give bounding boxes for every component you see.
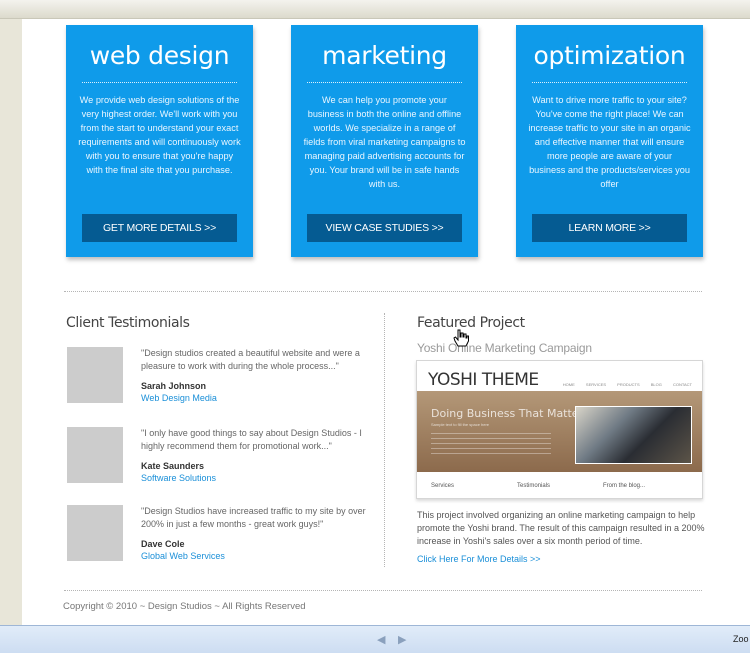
web-page: web design We provide web design solutio…	[22, 19, 750, 625]
testimonial-item: "Design Studios have increased traffic t…	[67, 505, 367, 565]
column-divider	[384, 313, 385, 567]
view-case-studies-button[interactable]: VIEW CASE STUDIES >>	[307, 214, 462, 242]
testimonial-quote: "I only have good things to say about De…	[141, 428, 362, 451]
preview-logo: YOSHI THEME	[428, 370, 539, 390]
service-description: Want to drive more traffic to your site?…	[528, 95, 691, 189]
testimonial-item: "Design studios created a beautiful webs…	[67, 347, 367, 407]
client-name: Kate Saunders	[141, 461, 205, 471]
featured-project-screenshot[interactable]: YOSHI THEME HOME SERVICES PRODUCTS BLOG …	[416, 360, 703, 499]
client-avatar	[67, 347, 123, 403]
previous-arrow-icon[interactable]: ◀	[377, 633, 385, 646]
copyright-text: Copyright © 2010 ~ Design Studios ~ All …	[63, 601, 306, 612]
preview-column-label: Testimonials	[517, 483, 551, 489]
section-divider	[64, 291, 702, 292]
preview-banner-text-lines	[431, 433, 551, 457]
get-more-details-button[interactable]: GET MORE DETAILS >>	[82, 214, 237, 242]
testimonial-quote: "Design studios created a beautiful webs…	[141, 348, 360, 371]
client-avatar	[67, 427, 123, 483]
preview-footer: Services Testimonials From the blog...	[417, 472, 702, 498]
client-company-link[interactable]: Global Web Services	[141, 551, 225, 561]
featured-project-subtitle: Yoshi Online Marketing Campaign	[417, 341, 592, 355]
featured-project-description: This project involved organizing an onli…	[417, 510, 705, 546]
preview-column-label: Services	[431, 483, 455, 489]
footer-divider	[64, 590, 702, 591]
testimonials-heading: Client Testimonials	[66, 315, 190, 331]
left-gutter	[0, 19, 22, 625]
service-box-web-design: web design We provide web design solutio…	[66, 25, 253, 257]
divider	[82, 82, 237, 83]
service-title: web design	[89, 41, 230, 70]
divider	[532, 82, 687, 83]
preview-banner-photo	[575, 406, 692, 464]
preview-banner-subtitle: Sample text to fill the space here	[431, 422, 490, 427]
window-top-strip	[0, 0, 750, 19]
client-avatar	[67, 505, 123, 561]
client-name: Sarah Johnson	[141, 381, 207, 391]
hand-cursor-icon	[453, 329, 469, 347]
preview-banner-title: Doing Business That Matters	[431, 407, 589, 420]
preview-column-label: From the blog...	[603, 483, 646, 489]
service-box-marketing: marketing We can help you promote your b…	[291, 25, 478, 257]
client-name: Dave Cole	[141, 539, 185, 549]
client-company-link[interactable]: Web Design Media	[141, 393, 217, 403]
service-description: We provide web design solutions of the v…	[78, 95, 241, 175]
featured-project-heading: Featured Project	[417, 315, 525, 331]
learn-more-button[interactable]: LEARN MORE >>	[532, 214, 687, 242]
viewer-status-bar: ◀ ▶ Zoo	[0, 625, 750, 653]
testimonial-quote: "Design Studios have increased traffic t…	[141, 506, 366, 529]
service-title: marketing	[322, 41, 447, 70]
client-company-link[interactable]: Software Solutions	[141, 473, 216, 483]
divider	[307, 82, 462, 83]
more-details-link[interactable]: Click Here For More Details >>	[417, 554, 541, 564]
service-box-optimization: optimization Want to drive more traffic …	[516, 25, 703, 257]
service-title: optimization	[533, 41, 686, 70]
preview-header: YOSHI THEME HOME SERVICES PRODUCTS BLOG …	[417, 361, 702, 391]
preview-nav: HOME SERVICES PRODUCTS BLOG CONTACT	[562, 382, 692, 387]
testimonial-item: "I only have good things to say about De…	[67, 427, 367, 487]
next-arrow-icon[interactable]: ▶	[398, 633, 406, 646]
zoom-label[interactable]: Zoo	[733, 634, 749, 644]
service-description: We can help you promote your business in…	[303, 95, 466, 189]
